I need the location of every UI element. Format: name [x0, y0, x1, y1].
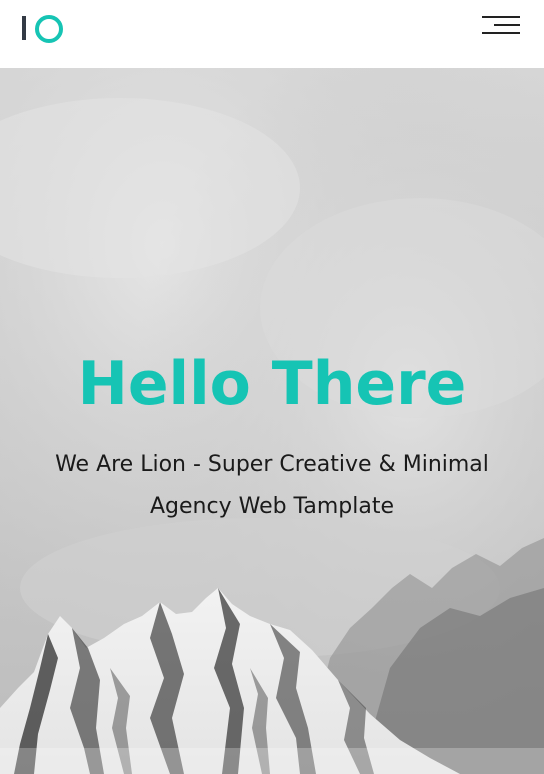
site-header	[0, 0, 544, 68]
lion-logo-icon[interactable]	[22, 14, 66, 43]
hero-subtitle: We Are Lion - Super Creative & Minimal A…	[55, 452, 489, 519]
menu-line-bottom	[482, 32, 520, 34]
hero-section: Hello There We Are Lion - Super Creative…	[0, 68, 544, 774]
logo-bar	[22, 16, 26, 40]
hamburger-menu-icon[interactable]	[482, 14, 520, 36]
menu-line-top	[482, 16, 520, 18]
menu-line-middle	[494, 24, 520, 26]
logo-ring	[35, 15, 63, 43]
hero-title: Hello There	[77, 349, 467, 419]
